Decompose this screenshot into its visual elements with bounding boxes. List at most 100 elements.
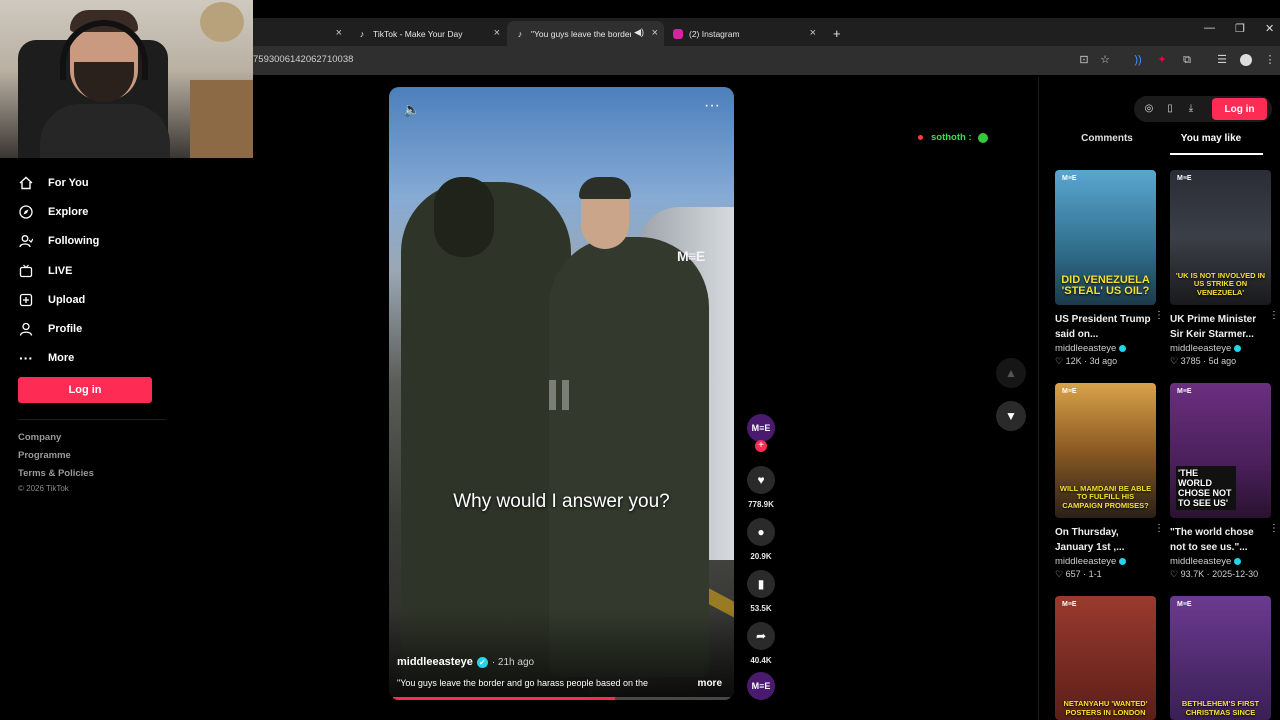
browser-tab-4[interactable]: (2) Instagram ×	[665, 21, 822, 46]
tab-title: "You guys leave the border	[531, 28, 631, 39]
sidebar-item-profile[interactable]: Profile	[18, 314, 178, 343]
save-button[interactable]: ▮	[747, 570, 775, 598]
url-text[interactable]: 7593006142062710038	[253, 54, 353, 65]
compass-icon[interactable]: ◎	[1142, 102, 1156, 116]
next-video-button[interactable]: ▼	[996, 401, 1026, 431]
extensions-puzzle-icon[interactable]: ⧉	[1181, 54, 1193, 66]
recommended-video-card[interactable]: M≡E 'THE WORLD CHOSE NOT TO SEE US' "The…	[1170, 383, 1279, 580]
card-stats: ♡ 657 · 1-1	[1055, 569, 1102, 579]
card-author[interactable]: middleeasteye	[1055, 556, 1156, 567]
video-thumbnail[interactable]: M≡E WILL MAMDANI BE ABLE TO FULFILL HIS …	[1055, 383, 1156, 518]
card-title[interactable]: On Thursday, January 1st ,...	[1055, 525, 1156, 555]
speaker-icon[interactable]: ◀)	[634, 27, 644, 38]
card-title[interactable]: US President Trump said on...	[1055, 312, 1156, 342]
video-thumbnail[interactable]: M≡E 'UK IS NOT INVOLVED IN US STRIKE ON …	[1170, 170, 1271, 305]
sidebar-item-following[interactable]: Following	[18, 227, 178, 256]
tab-you-may-like[interactable]: You may like	[1159, 133, 1263, 144]
sidebar-item-live[interactable]: LIVE	[18, 256, 178, 285]
card-stats: ♡ 12K · 3d ago	[1055, 356, 1118, 366]
video-progress-bar[interactable]	[393, 697, 730, 700]
bookmark-star-icon[interactable]: ☆	[1099, 54, 1111, 66]
card-more-icon[interactable]: ⋮	[1269, 310, 1279, 321]
previous-video-button[interactable]: ▲	[996, 358, 1026, 388]
comment-icon: ●	[757, 525, 765, 539]
card-author[interactable]: middleeasteye	[1170, 556, 1271, 567]
creator-avatar[interactable]: M≡E	[747, 414, 775, 442]
video-thumbnail[interactable]: M≡E DID VENEZUELA 'STEAL' US OIL?	[1055, 170, 1156, 305]
chat-dot-icon	[918, 135, 923, 140]
browser-tab-1[interactable]: ×	[253, 21, 348, 46]
tiktok-icon: ♪	[359, 28, 365, 39]
close-icon[interactable]: ×	[494, 27, 500, 39]
webcam-overlay	[0, 0, 253, 158]
sound-avatar[interactable]: M≡E	[747, 672, 775, 700]
video-author[interactable]: middleeasteye ✓ · 21h ago	[397, 656, 534, 668]
sidebar-item-for-you[interactable]: For You	[18, 168, 178, 197]
browser-tab-2[interactable]: ♪ TikTok - Make Your Day ×	[349, 21, 506, 46]
recommended-video-card[interactable]: M≡E DID VENEZUELA 'STEAL' US OIL? US Pre…	[1055, 170, 1164, 367]
recommended-video-card[interactable]: M≡E BETHLEHEM'S FIRST CHRISTMAS SINCE	[1170, 596, 1271, 720]
right-panel: ◎ ▯ ⤓ Log in Comments You may like M≡E D…	[1038, 77, 1280, 720]
minimize-icon[interactable]: —	[1204, 22, 1215, 34]
profile-avatar-icon[interactable]	[1240, 54, 1252, 66]
extension-icon[interactable]: ✦	[1156, 54, 1168, 66]
tab-comments[interactable]: Comments	[1055, 133, 1159, 144]
recommended-video-card[interactable]: M≡E NETANYAHU 'WANTED' POSTERS IN LONDON	[1055, 596, 1156, 720]
video-thumbnail[interactable]: M≡E NETANYAHU 'WANTED' POSTERS IN LONDON	[1055, 596, 1156, 720]
video-scene-officer-left	[401, 182, 571, 682]
close-window-icon[interactable]: ✕	[1265, 22, 1274, 35]
more-link[interactable]: more	[698, 678, 722, 689]
volume-icon[interactable]: 🔈	[403, 101, 420, 118]
download-icon[interactable]: ⤓	[1184, 102, 1198, 116]
recommended-video-card[interactable]: M≡E WILL MAMDANI BE ABLE TO FULFILL HIS …	[1055, 383, 1164, 580]
sidebar-item-upload[interactable]: Upload	[18, 285, 178, 314]
close-icon[interactable]: ×	[810, 27, 816, 39]
like-button[interactable]: ♥	[747, 466, 775, 494]
reading-list-icon[interactable]: ☰	[1216, 54, 1228, 66]
close-icon[interactable]: ×	[336, 27, 342, 39]
footer-link-company[interactable]: Company	[18, 432, 61, 443]
footer-link-terms[interactable]: Terms & Policies	[18, 468, 94, 479]
install-app-icon[interactable]: ⊡	[1078, 54, 1090, 66]
card-author-name: middleeasteye	[1170, 343, 1232, 354]
restore-icon[interactable]: ❐	[1235, 22, 1245, 35]
card-author[interactable]: middleeasteye	[1055, 343, 1156, 354]
card-more-icon[interactable]: ⋮	[1154, 310, 1164, 321]
browser-menu-icon[interactable]: ⋮	[1264, 54, 1276, 66]
recommended-video-card[interactable]: M≡E 'UK IS NOT INVOLVED IN US STRIKE ON …	[1170, 170, 1279, 367]
copyright-text: © 2026 TikTok	[18, 484, 69, 493]
login-button[interactable]: Log in	[18, 377, 152, 403]
video-player[interactable]: 🔈 ··· M≡E Why would I answer you? middle…	[389, 87, 734, 700]
card-author[interactable]: middleeasteye	[1170, 343, 1271, 354]
sidebar-item-more[interactable]: ··· More	[18, 344, 178, 373]
more-options-icon[interactable]: ···	[704, 97, 720, 115]
login-button-top[interactable]: Log in	[1212, 98, 1267, 120]
webcam-person-shirt	[40, 104, 170, 158]
comment-button[interactable]: ●	[747, 518, 775, 546]
phone-icon[interactable]: ▯	[1163, 102, 1177, 116]
close-icon[interactable]: ×	[652, 27, 658, 39]
sidebar-divider	[18, 419, 166, 420]
sidebar-item-explore[interactable]: Explore	[18, 197, 178, 226]
share-button[interactable]: ➦	[747, 622, 775, 650]
video-description: "You guys leave the border and go harass…	[397, 678, 649, 688]
pause-icon[interactable]	[549, 380, 573, 410]
author-name[interactable]: middleeasteye	[397, 656, 473, 668]
sidebar-item-label: Explore	[48, 205, 89, 218]
video-thumbnail[interactable]: M≡E BETHLEHEM'S FIRST CHRISTMAS SINCE	[1170, 596, 1271, 720]
extension-audio-icon[interactable]: ))	[1132, 54, 1144, 66]
browser-tab-3[interactable]: ♪ "You guys leave the border ◀) ×	[507, 21, 664, 46]
card-title[interactable]: UK Prime Minister Sir Keir Starmer...	[1170, 312, 1271, 342]
card-more-icon[interactable]: ⋮	[1269, 523, 1279, 534]
profile-icon	[18, 321, 34, 337]
footer-link-programme[interactable]: Programme	[18, 450, 71, 461]
sidebar-item-label: For You	[48, 176, 89, 189]
follow-plus-icon[interactable]: +	[755, 440, 767, 452]
video-thumbnail[interactable]: M≡E 'THE WORLD CHOSE NOT TO SEE US'	[1170, 383, 1271, 518]
new-tab-button[interactable]: +	[825, 21, 845, 46]
video-progress-fill	[393, 697, 616, 700]
webcam-shelf	[190, 80, 253, 158]
card-title[interactable]: "The world chose not to see us."...	[1170, 525, 1271, 555]
verified-badge-icon	[1119, 345, 1127, 352]
card-more-icon[interactable]: ⋮	[1154, 523, 1164, 534]
